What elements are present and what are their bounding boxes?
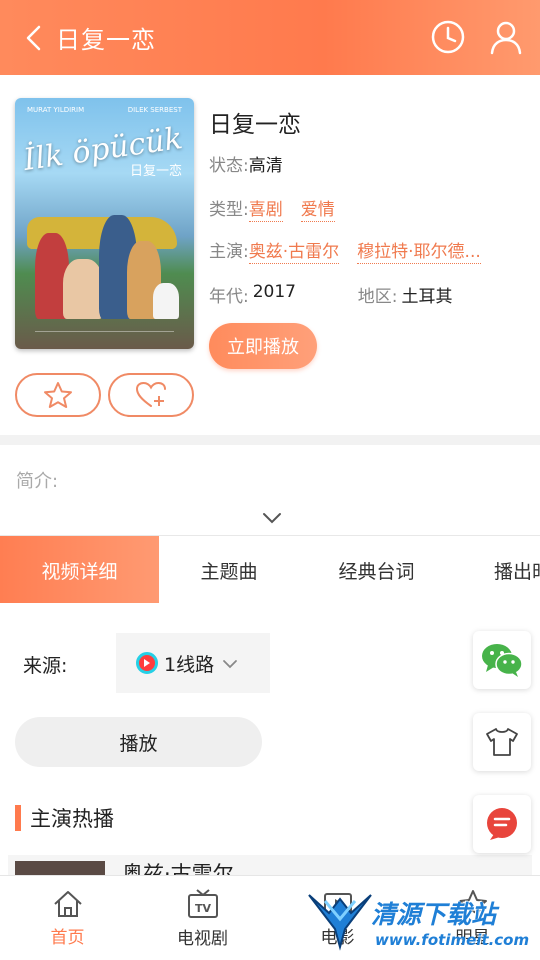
comment-button[interactable] (473, 795, 531, 853)
movie-title: 日复一恋 (209, 112, 301, 138)
heart-plus-icon (135, 381, 166, 407)
nav-home[interactable]: 首页 (0, 876, 135, 960)
source-label: 来源: (23, 655, 68, 677)
synopsis-label: 简介: (16, 471, 59, 492)
tshirt-icon (486, 728, 518, 756)
region-label: 地区: (357, 287, 398, 307)
poster-name-left: MURAT YILDIRIM (27, 106, 85, 114)
source-select[interactable]: 1线路 (116, 633, 270, 693)
cast-link[interactable]: 奥兹·古雷尔 (248, 237, 340, 264)
status-label: 状态: (209, 156, 249, 176)
page-title: 日复一恋 (56, 26, 156, 54)
poster-names: MURAT YILDIRIM DILEK SERBEST (27, 106, 182, 114)
genre-tag[interactable]: 爱情 (300, 195, 335, 222)
region-value: 土耳其 (401, 287, 453, 307)
detail-tabs: 视频详细 主题曲 经典台词 播出时 (0, 535, 540, 604)
back-icon[interactable] (14, 18, 54, 58)
section-accent-bar (15, 805, 21, 831)
tab-classic-lines[interactable]: 经典台词 (299, 536, 454, 604)
svg-text:TV: TV (194, 902, 211, 915)
genre-row: 类型: 喜剧 爱情 (209, 195, 353, 222)
poster-credits (35, 331, 174, 341)
year-value: 2017 (252, 282, 296, 302)
wechat-icon (482, 644, 523, 677)
genre-tag[interactable]: 喜剧 (248, 195, 283, 222)
year-label: 年代: (209, 287, 249, 307)
synopsis-section: 简介: (0, 445, 540, 535)
app-header: 日复一恋 (0, 0, 540, 75)
genre-label: 类型: (209, 200, 249, 220)
star-icon (44, 382, 72, 408)
movie-poster[interactable]: MURAT YILDIRIM DILEK SERBEST İlk öpücük … (15, 98, 194, 349)
year-region-row: 年代: 2017 地区: 土耳其 (209, 282, 452, 307)
poster-dog (153, 283, 179, 319)
play-source-icon (136, 652, 158, 674)
chat-bubble-icon (487, 808, 517, 840)
history-clock-icon[interactable] (428, 17, 468, 57)
source-selected-value: 1线路 (164, 653, 215, 676)
expand-chevron-icon[interactable] (262, 509, 282, 528)
cast-link[interactable]: 穆拉特·耶尔德... (357, 237, 481, 264)
cast-row: 主演: 奥兹·古雷尔 穆拉特·耶尔德... (209, 237, 481, 264)
watermark-url: www.fotimeit.com (375, 931, 530, 949)
watermark-title: 清源下载站 (371, 900, 497, 929)
poster-subtitle: 日复一恋 (130, 164, 183, 179)
hot-section-heading: 主演热播 (15, 803, 114, 833)
status-row: 状态: 高清 (209, 151, 283, 176)
nav-tv-series-label: 电视剧 (177, 929, 228, 949)
tshirt-share-button[interactable] (473, 713, 531, 771)
follow-button[interactable] (108, 373, 194, 417)
video-detail-panel: 来源: 1线路 播放 主演热播 奥兹·古雷尔 (0, 603, 540, 885)
site-watermark: 清源下载站 www.fotimeit.com (305, 885, 535, 960)
poster-name-right: DILEK SERBEST (127, 106, 182, 114)
play-button[interactable]: 播放 (15, 717, 262, 767)
movie-info-card: MURAT YILDIRIM DILEK SERBEST İlk öpücük … (0, 75, 540, 435)
nav-home-label: 首页 (50, 928, 85, 948)
user-icon[interactable] (486, 17, 526, 57)
favorite-button[interactable] (15, 373, 101, 417)
poster-figure (63, 259, 103, 319)
wechat-share-button[interactable] (473, 631, 531, 689)
status-value: 高清 (248, 156, 283, 176)
hot-section-title: 主演热播 (30, 807, 114, 831)
poster-artwork (27, 199, 182, 319)
chevron-down-icon (222, 652, 238, 674)
cast-label: 主演: (209, 242, 249, 262)
play-now-button[interactable]: 立即播放 (209, 323, 317, 369)
watermark-logo-icon (308, 894, 372, 951)
home-icon (53, 891, 82, 917)
tab-theme-song[interactable]: 主题曲 (159, 536, 299, 604)
tv-icon: TV (187, 889, 218, 918)
tab-broadcast[interactable]: 播出时 (494, 536, 540, 604)
nav-tv-series[interactable]: TV 电视剧 (135, 876, 270, 960)
tab-video-details[interactable]: 视频详细 (0, 536, 159, 604)
